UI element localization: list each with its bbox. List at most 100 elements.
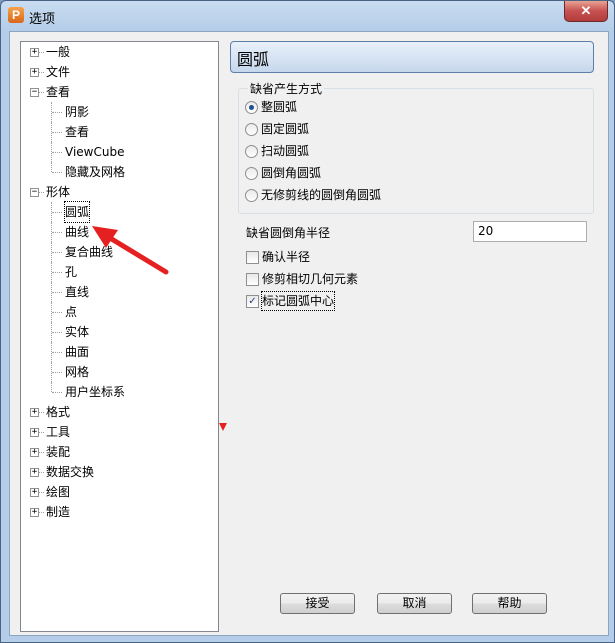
- radio-button[interactable]: [245, 145, 258, 158]
- tree-subitem[interactable]: 直线: [21, 282, 216, 302]
- tree-subitem[interactable]: 曲线: [21, 222, 216, 242]
- tree-item-label: 数据交换: [46, 465, 95, 479]
- tree-connector: [39, 472, 44, 473]
- tree-item-label: 复合曲线: [65, 245, 114, 259]
- tree-connector: [52, 172, 62, 173]
- tree-category-item[interactable]: + 格式: [21, 402, 216, 422]
- tree-item-label: 曲面: [65, 345, 90, 359]
- tree-item-label: 实体: [65, 325, 90, 339]
- panel-header: 圆弧: [230, 41, 594, 73]
- tree-subitem[interactable]: 复合曲线: [21, 242, 216, 262]
- options-dialog: P 选项 ✕ + 一般 + 文件 − 查看 阴影 查看 ViewCube 隐藏及网格 − 形体 圆弧 曲线…: [0, 0, 615, 643]
- radio-label: 圆倒角圆弧: [261, 166, 322, 180]
- tree-connector: [52, 372, 62, 373]
- tree-subitem[interactable]: 点: [21, 302, 216, 322]
- radio-label: 整圆弧: [261, 100, 298, 114]
- expand-icon[interactable]: +: [30, 428, 39, 437]
- radius-input[interactable]: 20: [473, 221, 587, 242]
- radio-label: 无修剪线的圆倒角圆弧: [261, 188, 382, 202]
- expand-icon[interactable]: +: [30, 468, 39, 477]
- tree-subitem[interactable]: ViewCube: [21, 142, 216, 162]
- close-button[interactable]: ✕: [564, 1, 608, 22]
- tree-category-item[interactable]: + 数据交换: [21, 462, 216, 482]
- tree-item-label: 文件: [46, 65, 71, 79]
- tree-item-label: 点: [65, 305, 78, 319]
- tree-connector: [39, 452, 44, 453]
- radio-button[interactable]: [245, 167, 258, 180]
- accept-button[interactable]: 接受: [280, 593, 355, 614]
- tree-category-item[interactable]: − 形体: [21, 182, 216, 202]
- tree-item-label: 网格: [65, 365, 90, 379]
- tree-connector: [52, 232, 62, 233]
- tree-connector: [52, 152, 62, 153]
- tree-subitem[interactable]: 圆弧: [21, 201, 216, 223]
- tree-item-label: 直线: [65, 285, 90, 299]
- tree-item-label: 绘图: [46, 485, 71, 499]
- radio-button[interactable]: [245, 189, 258, 202]
- tree-subitem[interactable]: 查看: [21, 122, 216, 142]
- checkbox-label: 确认半径: [262, 250, 311, 264]
- tree-item-label: 一般: [46, 45, 71, 59]
- radio-label: 扫动圆弧: [261, 144, 310, 158]
- checkbox-icon[interactable]: [246, 251, 259, 264]
- tree-connector: [52, 272, 62, 273]
- radio-label: 固定圆弧: [261, 122, 310, 136]
- tree-subitem[interactable]: 用户坐标系: [21, 382, 216, 402]
- tree-subitem[interactable]: 孔: [21, 262, 216, 282]
- tree-item-label: 格式: [46, 405, 71, 419]
- tree-category-item[interactable]: + 制造: [21, 502, 216, 522]
- creation-mode-group: 缺省产生方式 整圆弧 固定圆弧 扫动圆弧 圆倒角圆弧 无修剪线的圆倒角圆弧: [238, 80, 594, 214]
- radio-button[interactable]: [245, 101, 258, 114]
- tree-connector: [52, 352, 62, 353]
- expand-icon[interactable]: +: [30, 68, 39, 77]
- tree-connector: [39, 512, 44, 513]
- expand-icon[interactable]: +: [30, 408, 39, 417]
- tree-connector: [51, 162, 52, 172]
- tree-connector: [52, 212, 62, 213]
- tree-connector: [39, 432, 44, 433]
- options-tree[interactable]: + 一般 + 文件 − 查看 阴影 查看 ViewCube 隐藏及网格 − 形体 圆弧 曲线 复合曲线孔直线…: [20, 41, 219, 632]
- tree-item-label: 工具: [46, 425, 71, 439]
- tree-category-item[interactable]: − 查看: [21, 82, 216, 102]
- help-button[interactable]: 帮助: [472, 593, 547, 614]
- tree-subitem[interactable]: 网格: [21, 362, 216, 382]
- tree-connector: [51, 382, 52, 392]
- tree-connector: [39, 72, 44, 73]
- tree-connector: [52, 112, 62, 113]
- collapse-icon[interactable]: −: [30, 88, 39, 97]
- tree-category-item[interactable]: + 一般: [21, 42, 216, 62]
- cancel-button[interactable]: 取消: [377, 593, 452, 614]
- tree-subitem[interactable]: 曲面: [21, 342, 216, 362]
- tree-item-label: ViewCube: [65, 145, 125, 159]
- tree-connector: [52, 132, 62, 133]
- expand-icon[interactable]: +: [30, 508, 39, 517]
- tree-connector: [52, 252, 62, 253]
- collapse-icon[interactable]: −: [30, 188, 39, 197]
- tree-subitem[interactable]: 实体: [21, 322, 216, 342]
- tree-category-item[interactable]: + 绘图: [21, 482, 216, 502]
- tree-subitem[interactable]: 阴影: [21, 102, 216, 122]
- checkbox-label: 标记圆弧中心: [260, 291, 336, 311]
- app-logo-icon: P: [8, 7, 24, 23]
- tree-item-label: 阴影: [65, 105, 90, 119]
- tree-connector: [39, 52, 44, 53]
- window-title: 选项: [29, 12, 56, 27]
- expand-icon[interactable]: +: [30, 48, 39, 57]
- expand-icon[interactable]: +: [30, 448, 39, 457]
- tree-category-item[interactable]: + 装配: [21, 442, 216, 462]
- tree-item-label: 装配: [46, 445, 71, 459]
- tree-category-item[interactable]: + 工具: [21, 422, 216, 442]
- expand-icon[interactable]: +: [30, 488, 39, 497]
- checkbox-checked-icon[interactable]: ✓: [246, 295, 259, 308]
- radio-button[interactable]: [245, 123, 258, 136]
- tree-connector: [52, 332, 62, 333]
- tree-item-label: 查看: [46, 85, 71, 99]
- page-title: 圆弧: [237, 50, 270, 69]
- tree-subitem[interactable]: 隐藏及网格: [21, 162, 216, 182]
- checkbox-icon[interactable]: [246, 273, 259, 286]
- title-bar[interactable]: P 选项 ✕: [1, 1, 614, 31]
- tree-connector: [52, 292, 62, 293]
- splitter-marker-icon: [219, 423, 227, 431]
- tree-item-label: 曲线: [65, 225, 90, 239]
- tree-category-item[interactable]: + 文件: [21, 62, 216, 82]
